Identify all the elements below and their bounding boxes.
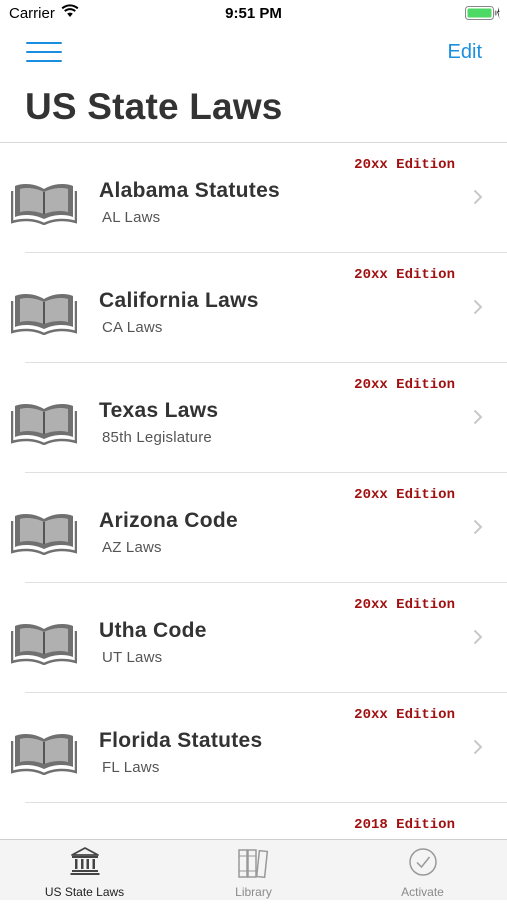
- law-subtitle: UT Laws: [102, 649, 163, 666]
- chevron-right-icon: [473, 299, 483, 315]
- list-item[interactable]: 20xx Edition Florida Statutes FL Laws: [0, 693, 507, 803]
- chevron-right-icon: [473, 409, 483, 425]
- status-bar: Carrier 9:51 PM: [0, 0, 507, 28]
- list-item[interactable]: 20xx Edition Alabama Statutes AL Laws: [0, 143, 507, 253]
- open-book-icon: [11, 624, 77, 665]
- edition-label: 20xx Edition: [354, 267, 455, 283]
- list-item[interactable]: 20xx Edition California Laws CA Laws: [0, 253, 507, 363]
- law-title: Florida Statutes: [99, 729, 263, 752]
- open-book-icon: [11, 294, 77, 335]
- edition-label: 20xx Edition: [354, 707, 455, 723]
- tab-label: Activate: [401, 885, 444, 899]
- books-icon: [237, 849, 268, 879]
- open-book-icon: [11, 184, 77, 225]
- law-subtitle: 85th Legislature: [102, 429, 212, 446]
- law-title: Utha Code: [99, 619, 207, 642]
- chevron-right-icon: [473, 629, 483, 645]
- law-title: California Laws: [99, 289, 259, 312]
- tab-activate[interactable]: Activate: [338, 840, 507, 900]
- law-title: Alabama Statutes: [99, 179, 281, 202]
- tab-label: Library: [235, 885, 272, 899]
- edition-label: 20xx Edition: [354, 157, 455, 173]
- battery-icon: [465, 6, 500, 20]
- open-book-icon: [11, 514, 77, 555]
- status-time: 9:51 PM: [225, 5, 282, 22]
- edition-label: 20xx Edition: [354, 487, 455, 503]
- tab-library[interactable]: Library: [169, 840, 338, 900]
- tab-bar: US State Laws Library Activate: [0, 839, 507, 900]
- chevron-right-icon: [473, 189, 483, 205]
- courthouse-icon: [70, 847, 99, 875]
- law-subtitle: CA Laws: [102, 319, 163, 336]
- edit-button[interactable]: Edit: [448, 41, 482, 64]
- law-subtitle: AZ Laws: [102, 539, 162, 556]
- edition-label: 20xx Edition: [354, 597, 455, 613]
- chevron-right-icon: [473, 519, 483, 535]
- list-item[interactable]: 20xx Edition Utha Code UT Laws: [0, 583, 507, 693]
- page-title: US State Laws: [25, 86, 283, 127]
- law-subtitle: FL Laws: [102, 759, 160, 776]
- hamburger-icon: [26, 42, 62, 44]
- open-book-icon: [11, 404, 77, 445]
- menu-button[interactable]: [26, 40, 62, 64]
- tab-us-state-laws[interactable]: US State Laws: [0, 840, 169, 900]
- open-book-icon: [11, 734, 77, 775]
- edition-label: 2018 Edition: [354, 817, 455, 833]
- edition-label: 20xx Edition: [354, 377, 455, 393]
- checkmark-circle-icon: [408, 848, 437, 876]
- tab-label: US State Laws: [44, 885, 125, 899]
- chevron-right-icon: [473, 739, 483, 755]
- law-title: Arizona Code: [99, 509, 238, 532]
- law-list: 20xx Edition Alabama Statutes AL Laws 20…: [0, 143, 507, 913]
- law-title: Texas Laws: [99, 399, 219, 422]
- list-item[interactable]: 20xx Edition Texas Laws 85th Legislature: [0, 363, 507, 473]
- law-subtitle: AL Laws: [102, 209, 161, 226]
- list-item[interactable]: 20xx Edition Arizona Code AZ Laws: [0, 473, 507, 583]
